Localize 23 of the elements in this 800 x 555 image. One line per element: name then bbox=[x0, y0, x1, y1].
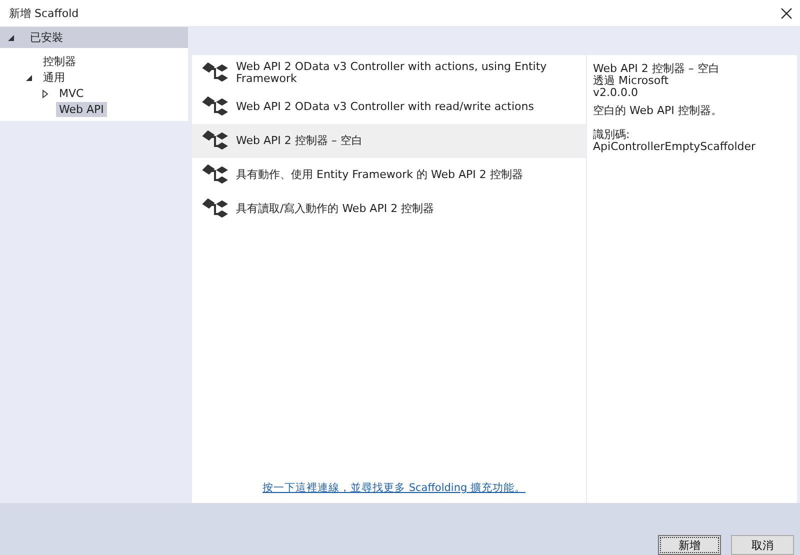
template-item[interactable]: Web API 2 OData v3 Controller with actions, using Entity Framework bbox=[192, 56, 586, 90]
tree-header[interactable]: 已安裝 bbox=[30, 30, 63, 45]
tree-item[interactable]: Web API bbox=[56, 102, 107, 117]
template-item[interactable]: 具有讀取/寫入動作的 Web API 2 控制器 bbox=[192, 192, 586, 226]
extensions-link[interactable]: 按一下這裡連線，並尋找更多 Scaffolding 擴充功能。 bbox=[262, 481, 526, 495]
tree-item[interactable]: 控制器 bbox=[40, 53, 79, 70]
close-icon[interactable] bbox=[781, 8, 792, 18]
tree-item[interactable]: 通用 bbox=[40, 69, 68, 86]
detail-author: 透過 Microsoft bbox=[593, 75, 670, 87]
template-item[interactable]: 具有動作、使用 Entity Framework 的 Web API 2 控制器 bbox=[192, 158, 586, 192]
add-button[interactable]: 新增 bbox=[658, 535, 721, 555]
tree-item[interactable]: MVC bbox=[56, 86, 87, 101]
detail-id: 識別碼: ApiControllerEmptyScaffolder bbox=[593, 129, 757, 153]
expanded-arrow-icon[interactable] bbox=[6, 32, 16, 42]
collapsed-arrow-icon[interactable] bbox=[40, 88, 50, 98]
cancel-button[interactable]: 取消 bbox=[731, 535, 794, 555]
detail-description: 空白的 Web API 控制器。 bbox=[593, 105, 723, 117]
expanded-arrow-icon[interactable] bbox=[24, 72, 34, 82]
window-title: 新增 Scaffold bbox=[9, 6, 79, 20]
detail-title: Web API 2 控制器 – 空白 bbox=[593, 63, 720, 75]
detail-version: v2.0.0.0 bbox=[593, 87, 639, 99]
template-item[interactable]: Web API 2 控制器 – 空白 bbox=[192, 124, 586, 158]
template-item[interactable]: Web API 2 OData v3 Controller with read/write actions bbox=[192, 90, 586, 124]
